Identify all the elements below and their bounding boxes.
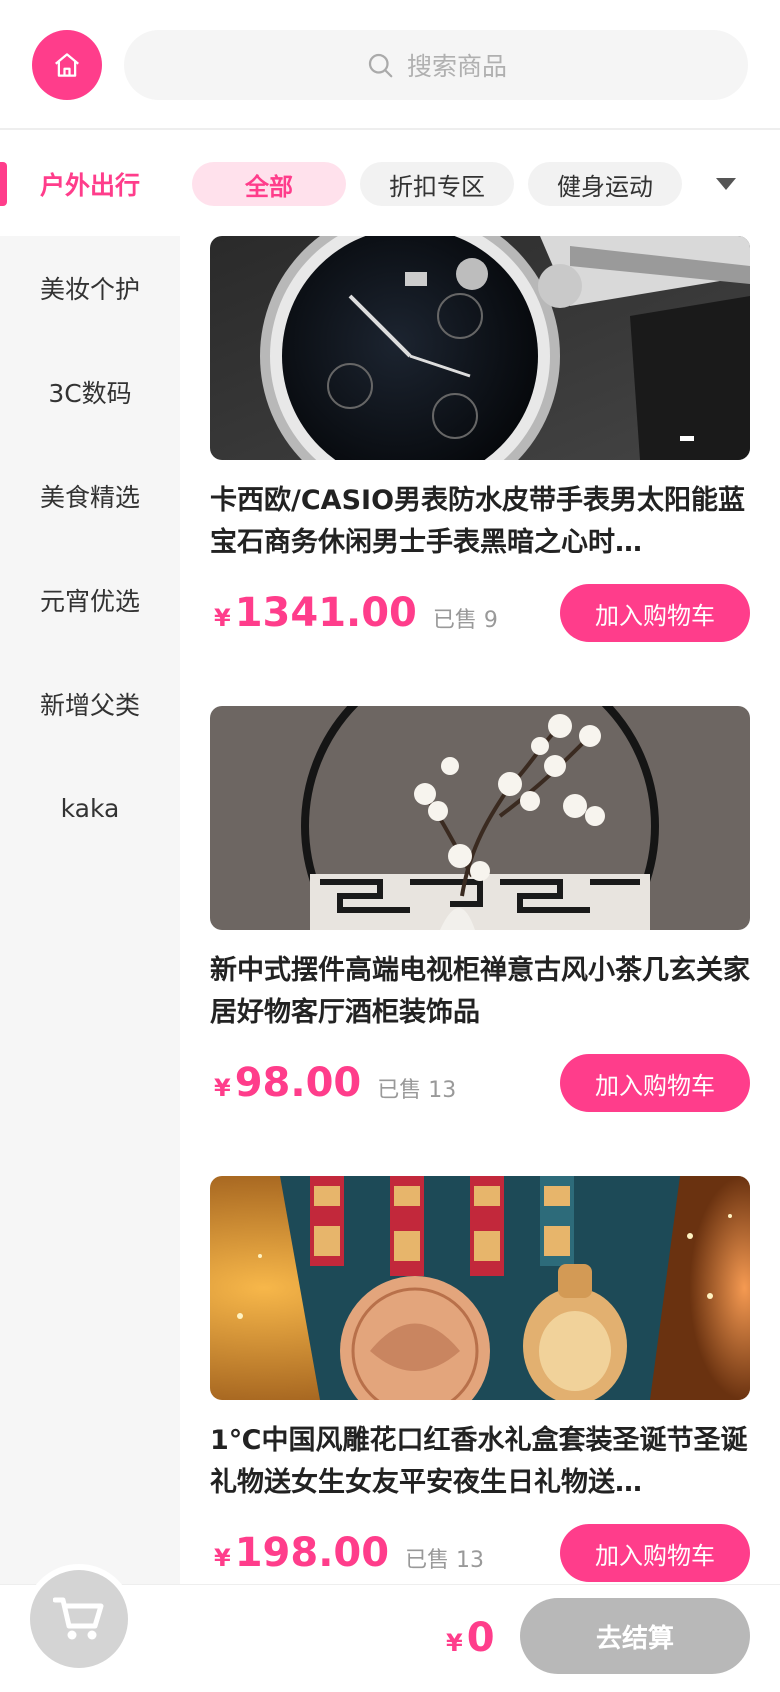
tab-fitness[interactable]: 健身运动 [528, 162, 682, 206]
product-image-watch[interactable] [210, 236, 750, 460]
plum-blossom-decor-photo [210, 706, 750, 930]
cart-total: ¥ 0 [446, 1608, 495, 1668]
price-amount: 98.00 [234, 1060, 362, 1106]
currency-symbol: ¥ [214, 1074, 231, 1102]
price-amount: 198.00 [234, 1530, 390, 1576]
search-placeholder: 搜索商品 [406, 52, 507, 81]
product-title[interactable]: 卡西欧/CASIO男表防水皮带手表男太阳能蓝宝石商务休闲男士手表黑暗之心时… [210, 480, 750, 564]
sidebar-item-digital[interactable]: 3C数码 [0, 340, 180, 444]
add-to-cart-button[interactable]: 加入购物车 [560, 1524, 750, 1582]
sold-count: 已售 13 [405, 1548, 485, 1573]
product-title[interactable]: 1℃中国风雕花口红香水礼盒套装圣诞节圣诞礼物送女生女友平安夜生日礼物送… [210, 1420, 750, 1504]
product-title[interactable]: 新中式摆件高端电视柜禅意古风小茶几玄关家居好物客厅酒柜装饰品 [210, 950, 750, 1034]
search-bar[interactable]: 搜索商品 [124, 30, 748, 100]
product-image-giftbox[interactable] [210, 1176, 750, 1400]
currency-symbol: ¥ [214, 1544, 231, 1572]
product-card[interactable]: 卡西欧/CASIO男表防水皮带手表男太阳能蓝宝石商务休闲男士手表黑暗之心时… ¥… [210, 236, 750, 642]
sidebar-item-beauty[interactable]: 美妆个护 [0, 236, 180, 340]
home-icon [55, 53, 79, 77]
currency-symbol: ¥ [446, 1629, 463, 1657]
checkout-button[interactable]: 去结算 [520, 1598, 750, 1674]
sidebar-item-kaka[interactable]: kaka [0, 756, 180, 860]
add-to-cart-button[interactable]: 加入购物车 [560, 1054, 750, 1112]
watch-photo [210, 236, 750, 460]
product-price: ¥ 1341.00 已售 9 [214, 584, 498, 642]
tab-discount[interactable]: 折扣专区 [360, 162, 514, 206]
product-footer: ¥ 98.00 已售 13 加入购物车 [210, 1054, 750, 1112]
sold-count: 已售 9 [432, 608, 498, 633]
search-icon [368, 53, 393, 78]
sold-count: 已售 13 [377, 1078, 457, 1103]
sidebar-item-food[interactable]: 美食精选 [0, 444, 180, 548]
subcategory-tabs: 全部 折扣专区 健身运动 [180, 132, 780, 236]
product-footer: ¥ 198.00 已售 13 加入购物车 [210, 1524, 750, 1582]
cart-button[interactable] [30, 1570, 128, 1668]
product-price: ¥ 98.00 已售 13 [214, 1054, 456, 1112]
product-card[interactable]: 新中式摆件高端电视柜禅意古风小茶几玄关家居好物客厅酒柜装饰品 ¥ 98.00 已… [210, 706, 750, 1112]
product-price: ¥ 198.00 已售 13 [214, 1524, 484, 1582]
product-footer: ¥ 1341.00 已售 9 加入购物车 [210, 584, 750, 642]
sidebar-item-outdoor[interactable]: 户外出行 [0, 132, 180, 236]
product-image-decor[interactable] [210, 706, 750, 930]
home-button[interactable] [32, 30, 102, 100]
lipstick-gift-box-photo [210, 1176, 750, 1400]
expand-tabs-button[interactable] [708, 168, 744, 200]
category-sidebar: 户外出行 美妆个护 3C数码 美食精选 元宵优选 新增父类 kaka [0, 132, 180, 1584]
caret-down-icon [716, 178, 736, 190]
cart-icon [53, 1597, 104, 1640]
product-card[interactable]: 1℃中国风雕花口红香水礼盒套装圣诞节圣诞礼物送女生女友平安夜生日礼物送… ¥ 1… [210, 1176, 750, 1582]
tab-all[interactable]: 全部 [192, 162, 346, 206]
add-to-cart-button[interactable]: 加入购物车 [560, 584, 750, 642]
price-amount: 1341.00 [234, 590, 417, 636]
sidebar-item-lantern[interactable]: 元宵优选 [0, 548, 180, 652]
sidebar-item-new-parent[interactable]: 新增父类 [0, 652, 180, 756]
currency-symbol: ¥ [214, 604, 231, 632]
total-amount: 0 [466, 1615, 495, 1661]
product-list: 卡西欧/CASIO男表防水皮带手表男太阳能蓝宝石商务休闲男士手表黑暗之心时… ¥… [180, 236, 780, 1584]
top-header: 搜索商品 [0, 0, 780, 130]
